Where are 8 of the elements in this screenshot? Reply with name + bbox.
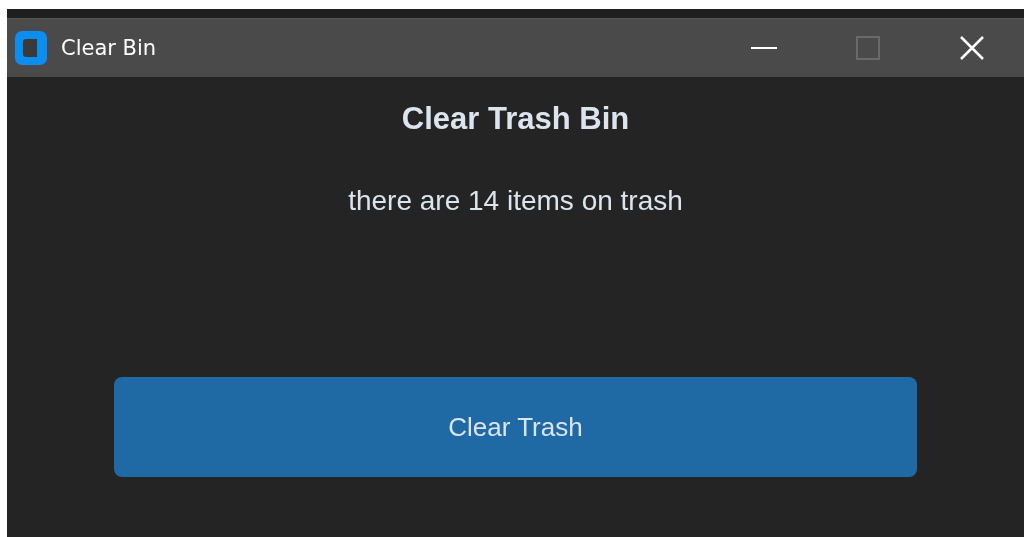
item-count-message: there are 14 items on trash [348, 185, 683, 217]
minimize-icon [751, 46, 777, 50]
dialog-heading: Clear Trash Bin [401, 101, 630, 137]
maximize-icon [856, 36, 880, 60]
app-icon [15, 31, 47, 65]
clear-trash-button[interactable]: Clear Trash [114, 377, 917, 477]
close-icon [959, 35, 985, 61]
window-title: Clear Bin [61, 36, 158, 60]
